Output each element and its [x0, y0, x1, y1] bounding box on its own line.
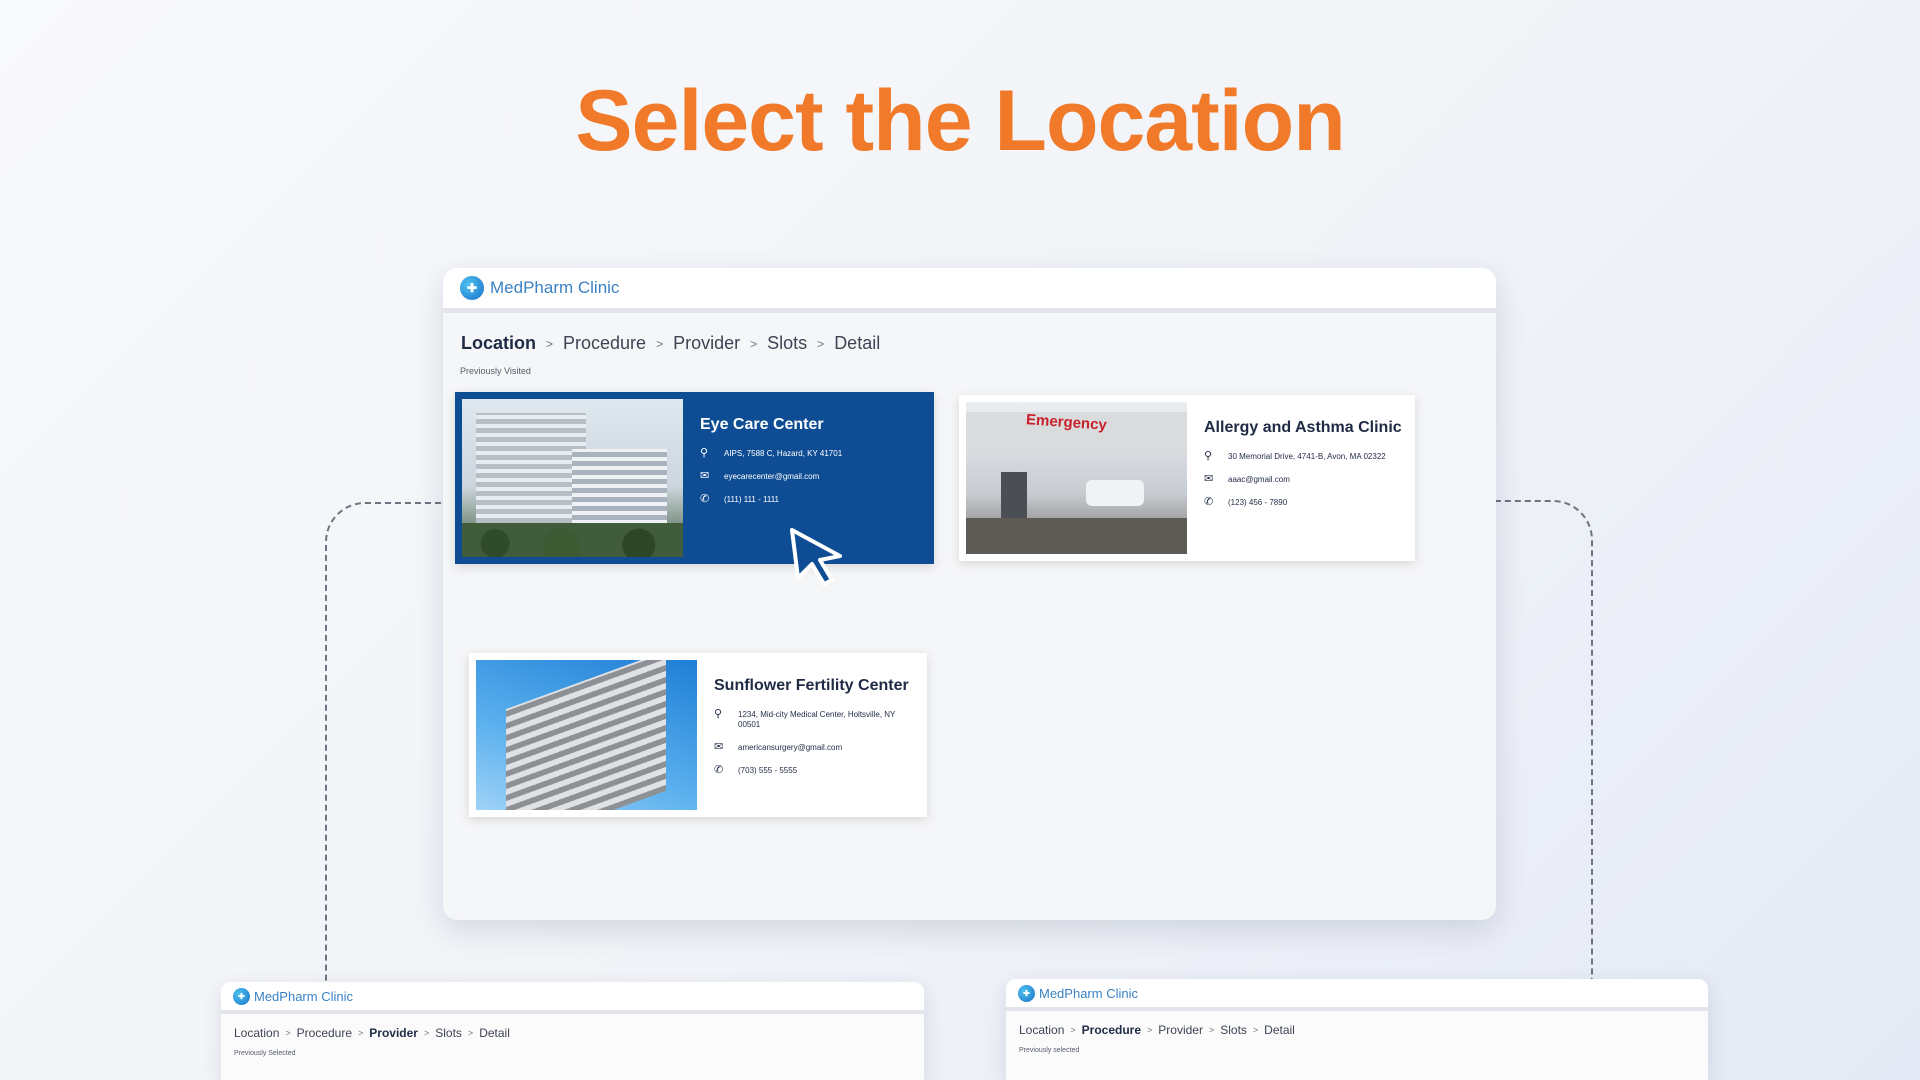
crumb-provider[interactable]: Provider — [1158, 1023, 1203, 1037]
chevron-right-icon: > — [467, 1028, 474, 1038]
crumb-procedure[interactable]: Procedure — [563, 333, 646, 354]
clinic-logo-icon: ✚ — [1018, 984, 1035, 1002]
location-card-eye-care[interactable]: Eye Care Center ⚲ AIPS, 7588 C, Hazard, K… — [455, 392, 934, 564]
page-headline: Select the Location — [575, 73, 1346, 169]
crumb-detail[interactable]: Detail — [479, 1026, 510, 1040]
crumb-slots[interactable]: Slots — [1220, 1023, 1247, 1037]
brand-name: MedPharm Clinic — [490, 278, 620, 297]
crumb-detail[interactable]: Detail — [1264, 1023, 1295, 1037]
location-phone: (111) 111 - 1111 — [724, 495, 779, 504]
location-phone: (703) 555 - 5555 — [738, 766, 798, 775]
chevron-right-icon: > — [817, 336, 825, 351]
location-photo: Emergency — [966, 402, 1187, 554]
chevron-right-icon: > — [1070, 1025, 1076, 1035]
mail-icon: ✉ — [714, 741, 724, 753]
cursor-pointer-icon — [790, 528, 842, 586]
flow-connector-left — [325, 502, 445, 982]
crumb-detail[interactable]: Detail — [834, 333, 880, 354]
crumb-procedure[interactable]: Procedure — [1082, 1023, 1141, 1037]
pin-icon: ⚲ — [700, 447, 709, 459]
app-header: ✚ MedPharm Clinic — [1006, 979, 1708, 1011]
chevron-right-icon: > — [1252, 1025, 1259, 1035]
breadcrumb: Location > Procedure > Provider > Slots … — [234, 1026, 924, 1040]
location-name: Eye Care Center — [700, 416, 824, 433]
crumb-provider[interactable]: Provider — [369, 1026, 418, 1040]
section-label: Previously Selected — [234, 1050, 296, 1057]
location-email: americansurgery@gmail.com — [738, 743, 843, 752]
chevron-right-icon: > — [656, 336, 664, 351]
chevron-right-icon: > — [750, 336, 758, 351]
location-address: 1234, Mid-city Medical Center, Holtsvill… — [738, 710, 896, 729]
breadcrumb: Location > Procedure > Provider > Slots … — [1019, 1023, 1708, 1037]
location-email: eyecarecenter@gmail.com — [724, 472, 820, 481]
chevron-right-icon: > — [285, 1028, 291, 1038]
crumb-provider[interactable]: Provider — [673, 333, 740, 354]
mail-icon: ✉ — [700, 470, 710, 482]
crumb-procedure[interactable]: Procedure — [297, 1026, 352, 1040]
crumb-location[interactable]: Location — [1019, 1023, 1064, 1037]
brand-name: MedPharm Clinic — [1039, 985, 1138, 1001]
section-label: Previously Visited — [460, 366, 531, 376]
chevron-right-icon: > — [423, 1028, 430, 1038]
section-label: Previously selected — [1019, 1047, 1080, 1054]
location-name: Sunflower Fertility Center — [714, 677, 909, 694]
crumb-slots[interactable]: Slots — [767, 333, 807, 354]
location-photo — [462, 399, 683, 557]
location-address: AIPS, 7588 C, Hazard, KY 41701 — [724, 449, 843, 458]
crumb-slots[interactable]: Slots — [435, 1026, 462, 1040]
location-email: aaac@gmail.com — [1228, 475, 1290, 484]
provider-step-window: ✚ MedPharm Clinic Location > Procedure >… — [221, 982, 924, 1080]
crumb-location[interactable]: Location — [234, 1026, 279, 1040]
phone-icon: ✆ — [714, 764, 724, 776]
location-address: 30 Memorial Drive, 4741-B, Avon, MA 0232… — [1228, 452, 1386, 461]
chevron-right-icon: > — [1147, 1025, 1153, 1035]
location-name: Allergy and Asthma Clinic — [1204, 419, 1402, 436]
chevron-right-icon: > — [546, 336, 554, 351]
phone-icon: ✆ — [700, 493, 710, 505]
location-photo — [476, 660, 697, 810]
brand-name: MedPharm Clinic — [254, 988, 353, 1004]
location-phone: (123) 456 - 7890 — [1228, 498, 1288, 507]
clinic-logo-icon: ✚ — [233, 987, 250, 1005]
location-card-allergy-asthma[interactable]: Emergency Allergy and Asthma Clinic ⚲ 30 … — [959, 395, 1415, 561]
mail-icon: ✉ — [1204, 473, 1214, 485]
app-header: ✚ MedPharm Clinic — [221, 982, 924, 1014]
app-header: ✚ MedPharm Clinic — [443, 268, 1496, 313]
procedure-step-window: ✚ MedPharm Clinic Location > Procedure >… — [1006, 979, 1708, 1080]
location-card-sunflower-fertility[interactable]: Sunflower Fertility Center ⚲ 1234, Mid-ci… — [469, 653, 927, 817]
pin-icon: ⚲ — [1204, 450, 1213, 462]
phone-icon: ✆ — [1204, 496, 1214, 508]
location-selection-window: ✚ MedPharm Clinic Location > Procedure >… — [443, 268, 1496, 920]
chevron-right-icon: > — [358, 1028, 364, 1038]
clinic-logo-icon: ✚ — [460, 276, 484, 300]
breadcrumb: Location > Procedure > Provider > Slots … — [461, 333, 1496, 354]
pin-icon: ⚲ — [714, 708, 723, 720]
chevron-right-icon: > — [1208, 1025, 1215, 1035]
crumb-location[interactable]: Location — [461, 333, 536, 354]
